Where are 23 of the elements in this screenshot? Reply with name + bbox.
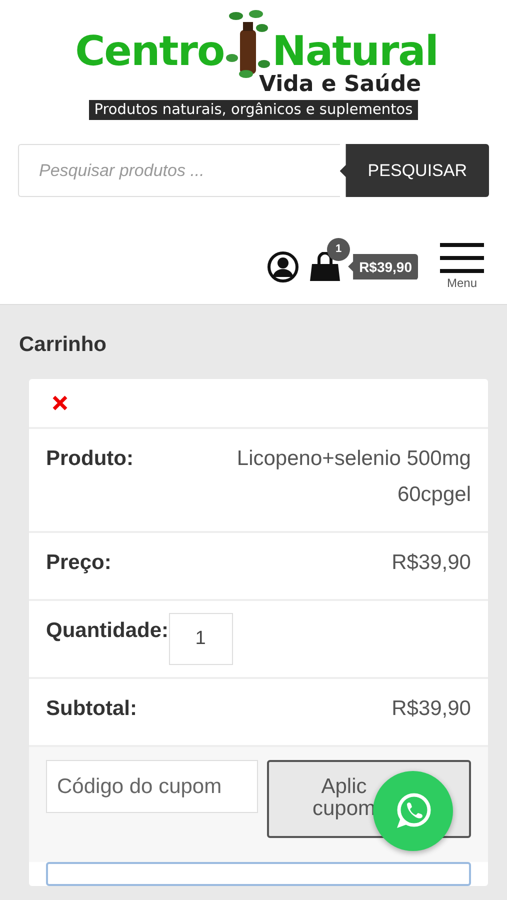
page-title: Carrinho [19,333,108,357]
field-value: Licopeno+selenio 500mg 60cpgel [236,446,471,508]
field-label: Preço: [46,551,112,575]
remove-icon[interactable] [52,395,68,411]
logo-subtitle: Vida e Saúde [258,72,421,97]
field-value: R$39,90 [392,550,471,576]
logo-tagline: Produtos naturais, orgânicos e suplementos [89,100,418,120]
cart-total[interactable]: R$39,90 [348,254,418,280]
checkout-button[interactable] [46,862,471,886]
quantity-input[interactable]: 1 [168,613,233,665]
cart-count-badge: 1 [327,238,350,260]
coupon-field[interactable]: Código do cupom [46,760,258,813]
logo-text: Centro [75,27,224,75]
search-button[interactable]: PESQUISAR [340,144,489,197]
field-value: R$39,90 [392,696,471,722]
menu-button[interactable]: Menu [440,243,484,290]
field-label: Produto: [46,447,134,471]
menu-icon [440,243,484,273]
field-label: Subtotal: [46,697,137,721]
account-icon[interactable] [267,250,300,282]
search-field[interactable]: Pesquisar produtos ... [18,144,340,197]
shopping-bag-icon[interactable] [309,252,342,282]
field-label: Quantidade: [46,619,169,643]
